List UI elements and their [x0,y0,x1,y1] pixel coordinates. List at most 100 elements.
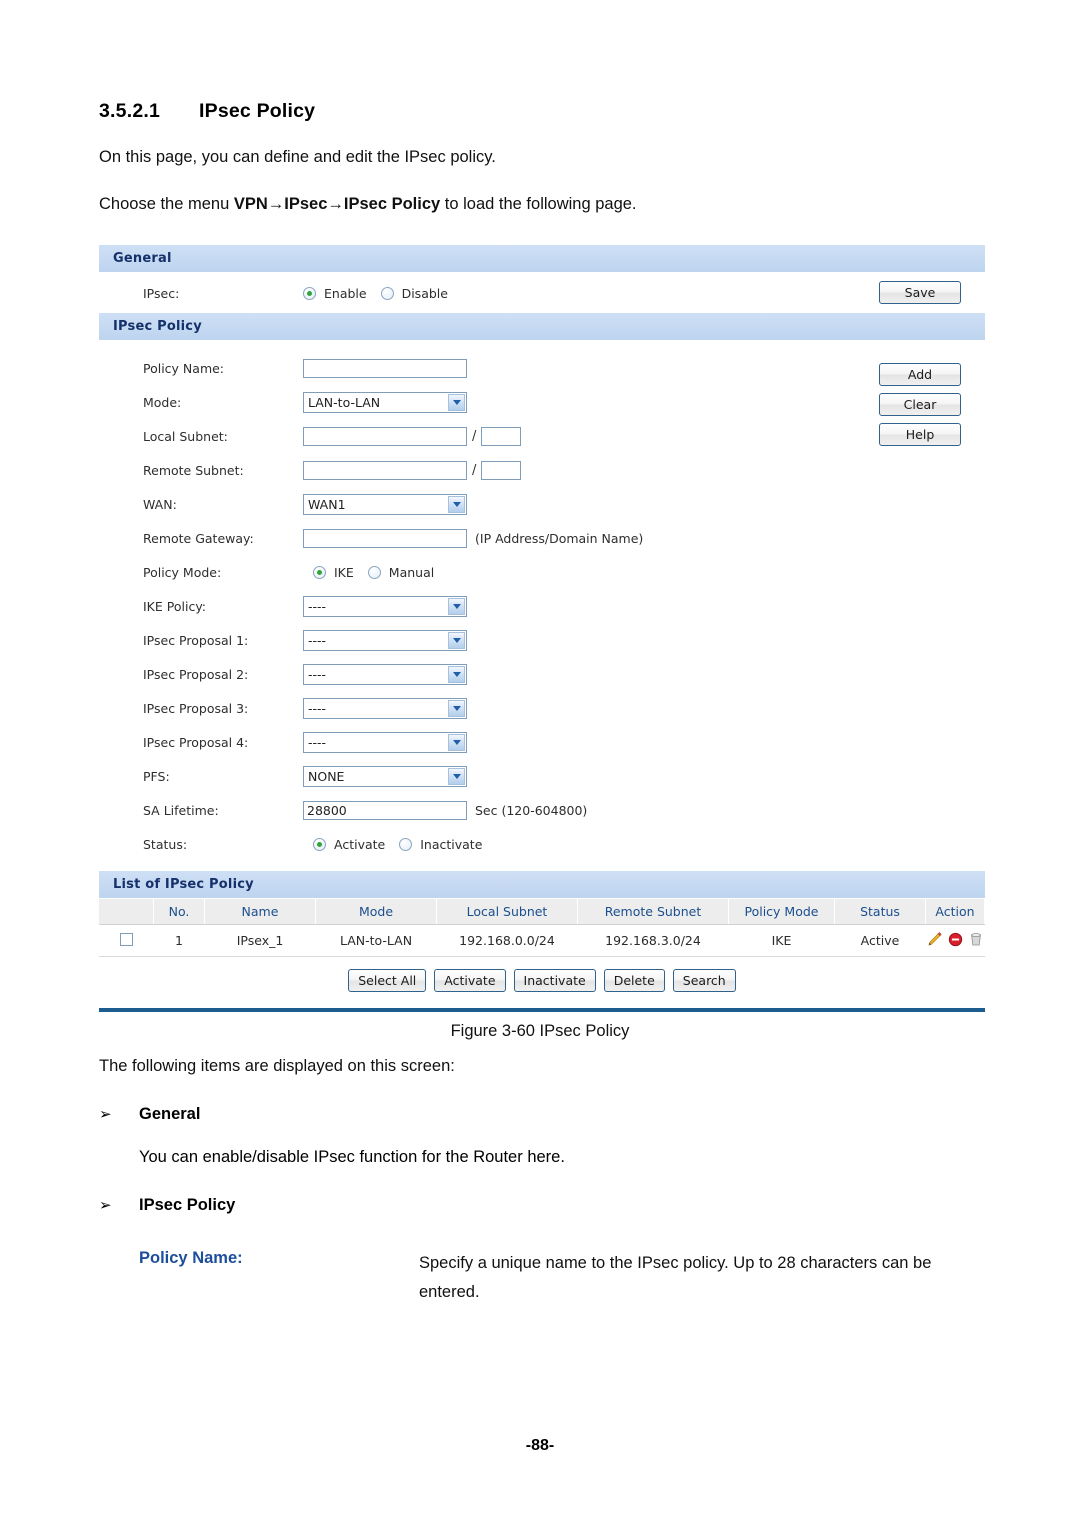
policy-mode-radio-group[interactable]: IKE Manual [303,565,448,580]
mode-select-value: LAN-to-LAN [308,394,381,410]
ipsec-policy-section-header: IPsec Policy [99,313,985,341]
clear-button[interactable]: Clear [879,393,961,416]
bullet-ipsec-policy: ➢ IPsec Policy [99,1196,985,1215]
column-header-name: Name [204,899,316,925]
help-button[interactable]: Help [879,423,961,446]
pfs-label: PFS: [143,768,170,784]
radio-empty-icon [380,286,394,300]
chevron-down-icon [448,393,465,411]
ike-policy-select-value: ---- [308,598,327,614]
document-body: 3.5.2.1 IPsec Policy On this page, you ca… [99,0,985,217]
field-row-ipsec-proposal-2: IPsec Proposal 2: ---- [99,657,985,691]
search-button[interactable]: Search [672,969,736,992]
bullet-general: ➢ General [99,1105,985,1124]
row-mode: LAN-to-LAN [315,924,437,957]
mode-select[interactable]: LAN-to-LAN [303,391,467,413]
chevron-down-icon [448,767,465,785]
status-activate-radio[interactable]: Activate [313,837,385,852]
remote-subnet-mask-input[interactable] [481,460,522,480]
field-row-ipsec-proposal-1: IPsec Proposal 1: ---- [99,623,985,657]
local-subnet-input[interactable] [303,426,467,446]
ipsec-policy-panel: General IPsec: Enable Disable Save IPsec… [99,245,985,1012]
status-radio-group[interactable]: Activate Inactivate [303,837,496,852]
sa-lifetime-input[interactable] [303,800,467,820]
radio-empty-icon [399,837,413,851]
bullet-arrow-icon: ➢ [99,1196,112,1214]
disable-circle-icon[interactable] [948,932,963,950]
status-inactivate-radio[interactable]: Inactivate [399,837,482,852]
row-local-subnet: 192.168.0.0/24 [436,924,578,957]
column-header-local-subnet: Local Subnet [436,899,578,925]
chevron-down-icon [448,597,465,615]
radio-empty-icon [367,565,381,579]
row-select-cell[interactable] [99,924,154,957]
general-side-buttons: Save [879,281,961,311]
ipsec-radio-group[interactable]: Enable Disable [303,286,462,301]
policy-name-input[interactable] [303,358,467,378]
radio-selected-icon [313,565,326,579]
field-row-ipsec-proposal-3: IPsec Proposal 3: ---- [99,691,985,725]
ipsec-enable-radio[interactable]: Enable [303,286,367,301]
list-section-header: List of IPsec Policy [99,871,985,899]
general-section-body: IPsec: Enable Disable Save [99,273,985,313]
row-no: 1 [153,924,205,957]
pfs-select-value: NONE [308,768,345,784]
field-row-pfs: PFS: NONE [99,759,985,793]
wan-select[interactable]: WAN1 [303,493,467,515]
add-button[interactable]: Add [879,363,961,386]
select-all-button[interactable]: Select All [348,969,427,992]
chevron-down-icon [448,699,465,717]
column-header-status: Status [834,899,926,925]
ipsec-proposal-4-select[interactable]: ---- [303,731,467,753]
column-header-policy-mode: Policy Mode [728,899,835,925]
row-actions [925,924,985,957]
menu-lead-text: Choose the menu [99,194,234,213]
policy-side-buttons: Add Clear Help [879,363,961,453]
policy-mode-ike-radio[interactable]: IKE [313,565,354,580]
ipsec-proposal-1-select[interactable]: ---- [303,629,467,651]
delete-trash-icon[interactable] [968,931,984,950]
wan-select-value: WAN1 [308,496,346,512]
field-row-ike-policy: IKE Policy: ---- [99,589,985,623]
ipsec-disable-radio[interactable]: Disable [380,286,448,301]
field-row-policy-name: Policy Name: [99,351,985,385]
subnet-slash-separator: / [472,428,477,444]
local-subnet-mask-input[interactable] [481,426,522,446]
policy-name-label: Policy Name: [143,360,225,376]
sa-lifetime-label: SA Lifetime: [143,802,219,818]
remote-subnet-label: Remote Subnet: [143,462,244,478]
remote-subnet-input[interactable] [303,460,467,480]
row-checkbox[interactable] [119,932,133,946]
field-row-remote-gateway: Remote Gateway: (IP Address/Domain Name) [99,521,985,555]
inactivate-button[interactable]: Inactivate [513,969,596,992]
remote-gateway-input[interactable] [303,528,467,548]
ike-policy-select[interactable]: ---- [303,595,467,617]
definition-term: Policy Name: [139,1248,243,1267]
radio-selected-icon [303,286,316,300]
ipsec-enable-row: IPsec: Enable Disable [99,273,985,313]
ipsec-proposal-3-select[interactable]: ---- [303,697,467,719]
table-row: 1 IPsex_1 LAN-to-LAN 192.168.0.0/24 192.… [99,924,985,957]
subnet-slash-separator: / [472,462,477,478]
bullet-ipsec-policy-title: IPsec Policy [139,1195,236,1214]
ipsec-proposal-3-label: IPsec Proposal 3: [143,700,249,716]
field-row-mode: Mode: LAN-to-LAN [99,385,985,419]
edit-pencil-icon[interactable] [927,931,943,950]
bullet-general-body: You can enable/disable IPsec function fo… [139,1147,565,1166]
ipsec-proposal-2-label: IPsec Proposal 2: [143,666,249,682]
ipsec-policy-form: Add Clear Help Policy Name: Mode: LAN-to… [99,341,985,871]
activate-button[interactable]: Activate [434,969,506,992]
policy-mode-manual-radio[interactable]: Manual [367,565,434,580]
ipsec-proposal-2-select[interactable]: ---- [303,663,467,685]
intro-paragraph: On this page, you can define and edit th… [99,148,496,166]
definition-policy-name: Policy Name: Specify a unique name to th… [99,1249,985,1307]
field-row-status: Status: Activate Inactivate [99,827,985,861]
chevron-down-icon [448,665,465,683]
save-button[interactable]: Save [879,281,961,304]
pfs-select[interactable]: NONE [303,765,467,787]
delete-button[interactable]: Delete [603,969,665,992]
field-row-remote-subnet: Remote Subnet: / [99,453,985,487]
items-lead-paragraph: The following items are displayed on thi… [99,1057,455,1075]
radio-selected-icon [313,837,326,851]
ipsec-enable-label: Enable [324,285,367,301]
